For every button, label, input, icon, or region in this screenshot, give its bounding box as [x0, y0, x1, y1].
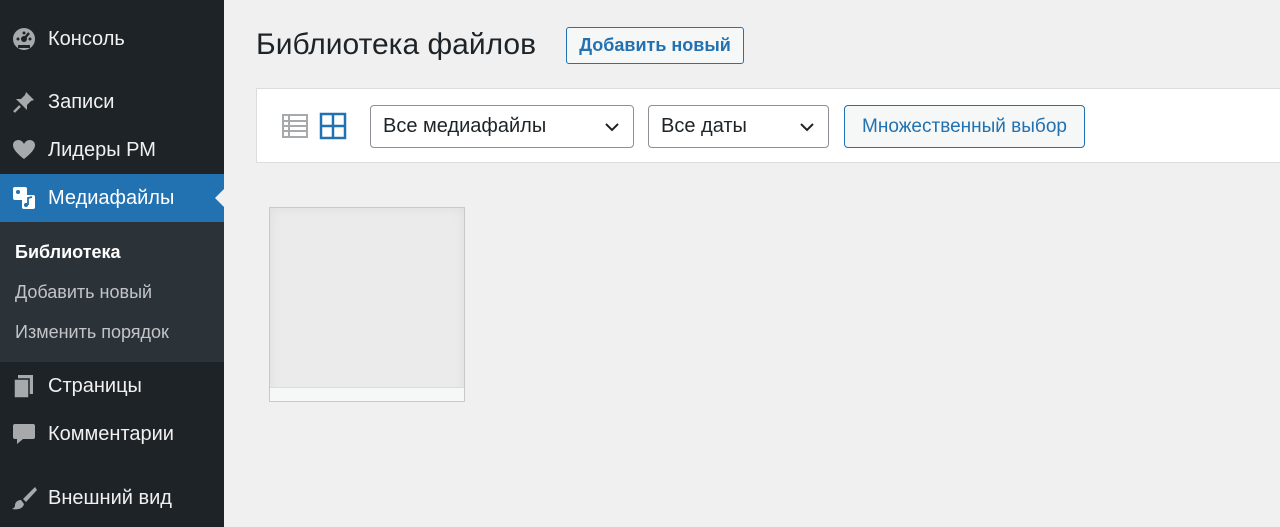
sidebar-item-media[interactable]: Медиафайлы [0, 174, 224, 222]
media-toolbar: Все медиафайлы Все даты Множественный вы… [256, 88, 1280, 163]
sidebar-item-dashboard[interactable]: Консоль [0, 15, 224, 63]
submenu-item-reorder[interactable]: Изменить порядок [15, 322, 169, 343]
list-view-icon[interactable] [281, 112, 309, 140]
sidebar-item-posts[interactable]: Записи [0, 78, 224, 126]
media-submenu: Библиотека Добавить новый Изменить поряд… [0, 222, 224, 362]
submenu-item-add-new[interactable]: Добавить новый [15, 282, 152, 303]
sidebar-item-leaders[interactable]: Лидеры РМ [0, 126, 224, 174]
sidebar-item-label: Внешний вид [48, 486, 172, 509]
chevron-down-icon [603, 118, 621, 136]
submenu-item-library[interactable]: Библиотека [15, 242, 121, 263]
heart-icon [10, 136, 38, 164]
page-title: Библиотека файлов [256, 28, 537, 61]
sidebar-item-pages[interactable]: Страницы [0, 362, 224, 410]
attachment-footer [270, 387, 464, 401]
sidebar-item-appearance[interactable]: Внешний вид [0, 474, 224, 522]
date-value: Все даты [661, 115, 747, 137]
date-select[interactable]: Все даты [648, 105, 829, 148]
add-new-button[interactable]: Добавить новый [566, 27, 744, 64]
bulk-select-button[interactable]: Множественный выбор [844, 105, 1085, 148]
pages-icon [10, 372, 38, 400]
grid-view-icon[interactable] [319, 112, 347, 140]
admin-sidebar: Консоль Записи Лидеры РМ Медиафайлы Библ… [0, 0, 224, 527]
sidebar-item-comments[interactable]: Комментарии [0, 410, 224, 458]
chevron-down-icon [798, 118, 816, 136]
pin-icon [10, 88, 38, 116]
sidebar-item-label: Консоль [48, 27, 125, 50]
media-type-value: Все медиафайлы [383, 115, 547, 137]
sidebar-item-label: Страницы [48, 374, 142, 397]
sidebar-item-label: Записи [48, 90, 115, 113]
dashboard-icon [10, 25, 38, 53]
sidebar-item-label: Медиафайлы [48, 186, 175, 209]
sidebar-item-label: Комментарии [48, 422, 174, 445]
media-icon [10, 184, 38, 212]
brush-icon [10, 484, 38, 512]
media-type-select[interactable]: Все медиафайлы [370, 105, 634, 148]
attachment-thumbnail[interactable] [269, 207, 465, 402]
comment-icon [10, 420, 38, 448]
sidebar-item-label: Лидеры РМ [48, 138, 156, 161]
